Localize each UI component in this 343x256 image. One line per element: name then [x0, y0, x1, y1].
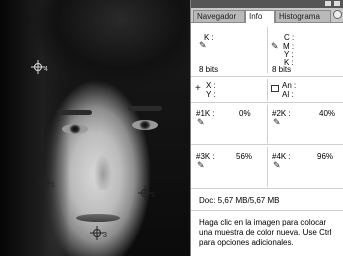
position-readout: + X : Y : An : Al : — [191, 77, 343, 103]
tab-histograma[interactable]: Histograma — [275, 10, 331, 22]
divider — [267, 27, 268, 73]
sampler-1-value: 0% — [239, 109, 251, 118]
x-label: X : — [206, 81, 216, 90]
panel-tabs: Navegador Info Histograma — [191, 8, 343, 23]
sampler-number: 1 — [51, 182, 55, 189]
sampler-readout-row-2: #3K : 56% ✎ #4K : 96% ✎ — [191, 145, 343, 189]
color-readout: K : ✎ 8 bits C : ✎ M : Y : K : 8 bits — [191, 23, 343, 77]
document-image[interactable]: 4 1 2 3 — [0, 0, 190, 256]
y-label: Y : — [206, 90, 216, 99]
divider — [267, 79, 268, 101]
tab-info[interactable]: Info — [245, 10, 275, 23]
sampler-number: 2 — [151, 192, 155, 199]
eyedropper-icon: ✎ — [197, 160, 205, 170]
close-icon[interactable] — [334, 1, 340, 6]
color-sampler-icon — [38, 176, 52, 190]
sampler-3-value: 56% — [236, 152, 253, 161]
color-sampler-2[interactable]: 2 — [138, 186, 155, 200]
image-nose — [92, 150, 114, 190]
divider — [267, 105, 268, 143]
document-size-info: Doc: 5,67 MB/5,67 MB — [199, 196, 280, 205]
eyedropper-icon: ✎ — [199, 40, 207, 50]
eyedropper-icon: ✎ — [273, 160, 281, 170]
width-label: An : — [282, 81, 297, 90]
image-left-eye — [62, 124, 88, 134]
color-sampler-icon — [90, 226, 104, 240]
color-sampler-4[interactable]: 4 — [31, 60, 48, 74]
panel-menu-icon[interactable] — [333, 10, 342, 19]
selection-size-icon — [271, 85, 279, 92]
help-text: Haga clic en la imagen para colocar una … — [199, 218, 332, 247]
image-right-eye — [132, 120, 158, 130]
sampler-number: 3 — [103, 232, 107, 239]
sampler-number: 4 — [44, 66, 48, 73]
info-panel: Navegador Info Histograma K : ✎ 8 bits C… — [190, 0, 343, 256]
height-label: Al : — [282, 90, 294, 99]
c-label: C : — [284, 33, 295, 42]
tab-navegador[interactable]: Navegador — [193, 10, 245, 22]
eyedropper-icon: ✎ — [273, 117, 281, 127]
image-hair-top — [30, 0, 190, 95]
image-right-brow — [128, 106, 162, 111]
crosshair-icon: + — [195, 83, 201, 94]
color-sampler-1[interactable]: 1 — [38, 176, 55, 190]
image-mouth — [76, 214, 120, 222]
eyedropper-icon: ✎ — [271, 41, 279, 51]
color-sampler-icon — [138, 186, 152, 200]
sampler-4-value: 96% — [317, 152, 334, 161]
right-bits: 8 bits — [272, 65, 292, 74]
color-sampler-icon — [31, 60, 45, 74]
sampler-2-value: 40% — [319, 109, 336, 118]
left-bits: 8 bits — [199, 65, 219, 74]
image-left-brow — [58, 110, 92, 115]
divider — [191, 210, 343, 211]
minimize-icon[interactable] — [325, 1, 331, 6]
divider — [267, 147, 268, 187]
color-sampler-3[interactable]: 3 — [90, 226, 107, 240]
sampler-readout-row-1: #1K : 0% ✎ #2K : 40% ✎ — [191, 103, 343, 145]
panel-titlebar[interactable] — [191, 0, 343, 8]
eyedropper-icon: ✎ — [197, 117, 205, 127]
